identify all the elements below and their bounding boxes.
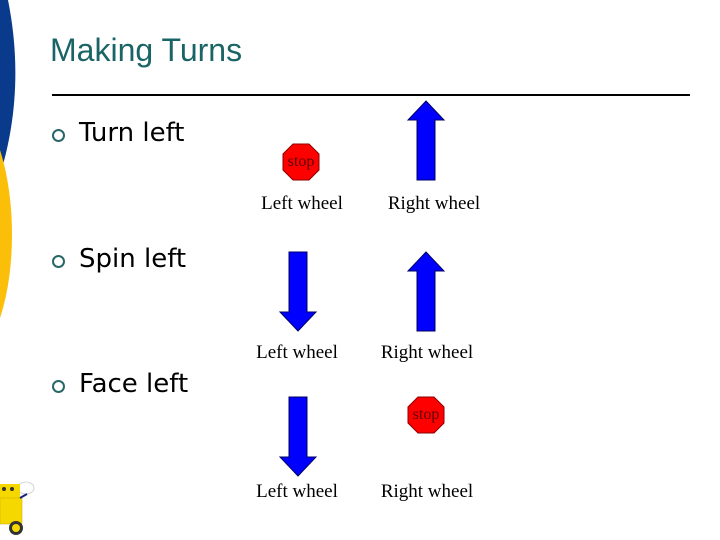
bullet-text: Turn left — [79, 118, 185, 148]
bullet-turn-left: Turn left — [52, 118, 185, 148]
bullet-circle-icon — [52, 254, 65, 268]
arrow-up-icon — [406, 100, 446, 181]
left-wheel-label: Left wheel — [256, 342, 338, 363]
right-wheel-label: Right wheel — [380, 342, 474, 363]
bullet-circle-icon — [52, 128, 65, 142]
bullet-text: Spin left — [79, 244, 187, 274]
bullet-circle-icon — [52, 379, 65, 393]
arrow-down-icon — [278, 396, 318, 477]
stop-sign-text: stop — [287, 153, 315, 170]
right-wheel-label: Right wheel — [387, 193, 481, 214]
left-wheel-label: Left wheel — [261, 193, 343, 214]
deco-blue-shape — [0, 0, 16, 175]
bullet-face-left: Face left — [52, 369, 188, 399]
deco-yellow-shape — [0, 150, 12, 318]
stop-sign-text: stop — [412, 406, 440, 423]
arrow-up-icon — [406, 251, 446, 332]
slide-title: Making Turns — [50, 32, 243, 68]
arrow-down-icon — [278, 251, 318, 332]
stop-sign-icon: stop — [407, 396, 445, 434]
decorative-side-shapes — [0, 0, 16, 318]
left-wheel-label: Left wheel — [256, 481, 338, 502]
bullet-text: Face left — [79, 369, 189, 399]
bullet-spin-left: Spin left — [52, 244, 186, 274]
robot-logo-icon — [0, 481, 35, 535]
right-wheel-label: Right wheel — [380, 481, 474, 502]
stop-sign-icon: stop — [282, 143, 320, 181]
title-divider — [52, 94, 690, 96]
